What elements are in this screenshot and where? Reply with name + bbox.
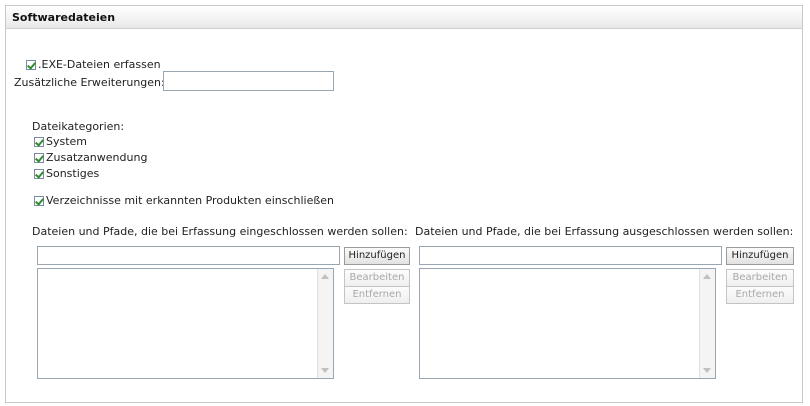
exe-checkbox-label: .EXE-Dateien erfassen (38, 58, 161, 71)
scroll-down-icon[interactable] (321, 368, 329, 373)
category-addon-checkbox[interactable] (34, 153, 44, 163)
scroll-up-icon[interactable] (321, 274, 329, 279)
include-list-scrollbar[interactable] (317, 269, 333, 378)
exclude-add-button[interactable]: Hinzufügen (726, 247, 794, 265)
category-addon-label: Zusatzanwendung (46, 151, 148, 164)
panel-title: Softwaredateien (12, 11, 116, 24)
extensions-label: Zusätzliche Erweiterungen: (14, 76, 165, 89)
scroll-down-icon[interactable] (703, 368, 711, 373)
include-list[interactable] (37, 268, 334, 379)
panel-header: Softwaredateien (6, 6, 802, 29)
include-path-input[interactable] (37, 246, 340, 265)
include-directories-checkbox[interactable] (34, 196, 44, 206)
exclude-list-scrollbar[interactable] (699, 269, 715, 378)
category-system-label: System (46, 135, 88, 148)
include-add-button[interactable]: Hinzufügen (344, 247, 410, 265)
exclude-remove-button[interactable]: Entfernen (726, 286, 794, 304)
include-remove-button[interactable]: Entfernen (344, 286, 410, 304)
category-other-checkbox[interactable] (34, 169, 44, 179)
category-system-checkbox[interactable] (34, 137, 44, 147)
include-directories-label: Verzeichnisse mit erkannten Produkten ei… (46, 194, 335, 207)
software-files-panel: Softwaredateien .EXE-Dateien erfassen Zu… (5, 5, 803, 403)
extensions-input[interactable] (163, 71, 334, 91)
categories-label: Dateikategorien: (32, 120, 125, 133)
scroll-up-icon[interactable] (703, 274, 711, 279)
exclude-list[interactable] (419, 268, 716, 379)
include-label: Dateien und Pfade, die bei Erfassung ein… (32, 225, 408, 238)
include-edit-button[interactable]: Bearbeiten (344, 269, 410, 287)
exe-checkbox[interactable] (26, 60, 36, 70)
exclude-label: Dateien und Pfade, die bei Erfassung aus… (415, 225, 794, 238)
category-other-label: Sonstiges (46, 167, 100, 180)
exclude-edit-button[interactable]: Bearbeiten (726, 269, 794, 287)
exclude-path-input[interactable] (419, 246, 722, 265)
